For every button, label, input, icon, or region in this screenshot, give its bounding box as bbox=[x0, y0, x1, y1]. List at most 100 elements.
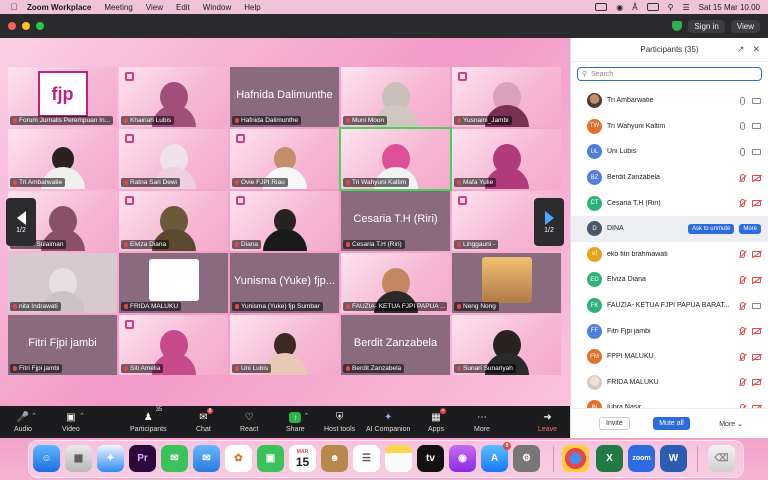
finder-icon[interactable]: ☺ bbox=[33, 445, 60, 472]
participant-row[interactable]: CT Cesaria T.H (Riri) bbox=[571, 190, 768, 216]
participant-row[interactable]: FK FAUZIA- KETUA FJPI PAPUA BARAT... bbox=[571, 293, 768, 319]
photos-icon[interactable]: ✿ bbox=[225, 445, 252, 472]
chrome-icon[interactable] bbox=[562, 445, 589, 472]
participant-row[interactable]: TW Tri Wahyuni Kaltim bbox=[571, 114, 768, 140]
battery-icon[interactable] bbox=[646, 3, 659, 11]
app-store-icon[interactable]: A8 bbox=[481, 442, 511, 472]
video-tile[interactable]: Ovie FJPI Riau bbox=[230, 129, 339, 189]
menu-app-name[interactable]: Zoom Workplace bbox=[27, 3, 91, 12]
video-tile[interactable]: Uni Lubis bbox=[230, 315, 339, 375]
sign-in-button[interactable]: Sign in bbox=[688, 19, 725, 33]
participant-row[interactable]: ef eko fitri brahmawati bbox=[571, 242, 768, 268]
audio-button[interactable]: 🎤 ⌃ Audio bbox=[14, 406, 37, 438]
next-page-button[interactable]: 1/2 bbox=[534, 198, 564, 246]
video-button[interactable]: ▣ ⌃ Video bbox=[62, 406, 85, 438]
participant-row[interactable]: FF Fitri Fjpi jambi bbox=[571, 318, 768, 344]
video-tile[interactable]: FAUZIA- KETUA FJPI PAPUA ... bbox=[341, 253, 450, 313]
host-tools-button[interactable]: ⛨ Host tools bbox=[324, 406, 355, 438]
participants-button[interactable]: ♟ 35 Participants bbox=[130, 406, 167, 438]
trash-icon[interactable]: ⌫ bbox=[708, 445, 735, 472]
participant-row[interactable]: IN Iubra Nasir bbox=[571, 395, 768, 408]
wifi-icon[interactable]: ◉ bbox=[616, 3, 623, 12]
react-button[interactable]: ♡ React bbox=[240, 406, 258, 438]
control-center-icon[interactable]: ☰ bbox=[682, 3, 689, 12]
menubar-datetime[interactable]: Sat 15 Mar 10.00 bbox=[699, 3, 760, 12]
menu-edit[interactable]: Edit bbox=[176, 3, 190, 12]
shield-icon[interactable] bbox=[672, 21, 683, 31]
more-button[interactable]: ⋯ More bbox=[474, 406, 490, 438]
participant-more-button[interactable]: More bbox=[739, 223, 761, 234]
video-tile[interactable]: Khairiah Lubis bbox=[119, 67, 228, 127]
video-tile[interactable]: Mafa Yulie bbox=[452, 129, 561, 189]
participant-row[interactable]: D DINA Ask to unmute More bbox=[571, 215, 768, 242]
calendar-icon[interactable]: MAR 15 bbox=[289, 445, 316, 472]
launchpad-icon[interactable]: ▦ bbox=[65, 445, 92, 472]
menu-view[interactable]: View bbox=[146, 3, 163, 12]
participant-row[interactable]: FM FPPI MALUKU bbox=[571, 344, 768, 370]
mail-icon[interactable]: ✉ bbox=[193, 445, 220, 472]
participant-row[interactable]: BZ Berdit Zanzabela bbox=[571, 165, 768, 191]
minimize-window-button[interactable] bbox=[22, 22, 30, 30]
view-button[interactable]: View bbox=[730, 19, 760, 33]
video-tile[interactable]: Elviza Diana bbox=[119, 191, 228, 251]
video-tile[interactable]: Sunari Sunariyah bbox=[452, 315, 561, 375]
video-tile[interactable]: nita Indrawati bbox=[8, 253, 117, 313]
apple-icon[interactable]:  bbox=[9, 2, 19, 12]
panel-more-button[interactable]: More ⌄ bbox=[713, 418, 749, 430]
video-tile[interactable]: Hafnida Dalimunthe Hafnida Dalimunthe bbox=[230, 67, 339, 127]
facetime-icon[interactable]: ▣ bbox=[257, 445, 284, 472]
video-tile[interactable]: fjp Forum Jurnalis Perempuan In... bbox=[8, 67, 117, 127]
mute-all-button[interactable]: Mute all bbox=[653, 417, 690, 430]
bluetooth-icon[interactable]: Å bbox=[632, 3, 637, 12]
premiere-icon[interactable]: Pr bbox=[129, 445, 156, 472]
video-tile[interactable]: Yusnaini_Jambi bbox=[452, 67, 561, 127]
participant-row[interactable]: FRIDA MALUKU bbox=[571, 370, 768, 396]
participant-row[interactable]: UL Uni Lubis bbox=[571, 139, 768, 165]
excel-icon[interactable]: X bbox=[596, 445, 623, 472]
video-tile[interactable]: Muni Moon bbox=[341, 67, 450, 127]
video-tile[interactable]: Cesaria T.H (Riri) Cesaria T.H (Riri) bbox=[341, 191, 450, 251]
share-button[interactable]: ↑ ⌃ Share bbox=[286, 406, 309, 438]
apps-button[interactable]: ▦ • Apps bbox=[428, 406, 446, 438]
ask-to-unmute-button[interactable]: Ask to unmute bbox=[687, 223, 735, 234]
close-window-button[interactable] bbox=[8, 22, 16, 30]
word-icon[interactable]: W bbox=[660, 445, 687, 472]
zoom-app-icon[interactable]: zoom bbox=[628, 445, 655, 472]
participant-row[interactable]: ED Elviza Diana bbox=[571, 267, 768, 293]
chat-button[interactable]: ✉ 8 Chat bbox=[196, 406, 214, 438]
system-settings-icon[interactable]: ⚙ bbox=[513, 445, 540, 472]
tile-name: Siti Amelia bbox=[130, 365, 161, 372]
video-tile[interactable]: FRIDA MALUKU bbox=[119, 253, 228, 313]
ai-companion-button[interactable]: ✦ AI Companion bbox=[366, 406, 410, 438]
invite-button[interactable]: Invite bbox=[599, 417, 630, 430]
participant-row[interactable]: Tri Ambarwatie bbox=[571, 88, 768, 114]
video-tile[interactable]: Berdit Zanzabela Berdit Zanzabela bbox=[341, 315, 450, 375]
tile-name: nita Indrawati bbox=[19, 303, 58, 310]
previous-page-button[interactable]: 1/2 bbox=[6, 198, 36, 246]
reminders-icon[interactable]: ☰ bbox=[353, 445, 380, 472]
zoom-status-icon[interactable] bbox=[595, 3, 608, 11]
search-icon[interactable]: ⚲ bbox=[668, 3, 674, 12]
video-tile[interactable]: Fitri Fjpi jambi Fitri Fjpi jambi bbox=[8, 315, 117, 375]
zoom-window-button[interactable] bbox=[36, 22, 44, 30]
video-tile[interactable]: Diana bbox=[230, 191, 339, 251]
messages-icon[interactable]: ✉ bbox=[161, 445, 188, 472]
active-speaker-tile[interactable]: Tri Wahyuni Kaltim bbox=[339, 127, 452, 191]
video-tile[interactable]: Siti Amelia bbox=[119, 315, 228, 375]
menu-meeting[interactable]: Meeting bbox=[104, 3, 132, 12]
close-icon[interactable]: ✕ bbox=[752, 44, 760, 55]
popout-icon[interactable]: ↗ bbox=[737, 44, 745, 55]
apple-tv-icon[interactable]: tv bbox=[417, 445, 444, 472]
leave-button[interactable]: ➜ Leave bbox=[538, 406, 557, 438]
video-tile[interactable]: Ratna Sari Dewi bbox=[119, 129, 228, 189]
safari-icon[interactable]: ✦ bbox=[97, 445, 124, 472]
menu-help[interactable]: Help bbox=[244, 3, 260, 12]
contacts-icon[interactable]: ☻ bbox=[321, 445, 348, 472]
menu-window[interactable]: Window bbox=[203, 3, 231, 12]
podcasts-icon[interactable]: ◉ bbox=[449, 445, 476, 472]
notes-icon[interactable] bbox=[385, 445, 412, 472]
video-tile[interactable]: Tri Ambarwatie bbox=[8, 129, 117, 189]
search-input[interactable]: ⚲ Search bbox=[577, 67, 762, 81]
video-tile[interactable]: Neng Nong bbox=[452, 253, 561, 313]
video-tile[interactable]: Yunisma (Yuke) fjp... Yunisma (Yuke) fjp… bbox=[230, 253, 339, 313]
